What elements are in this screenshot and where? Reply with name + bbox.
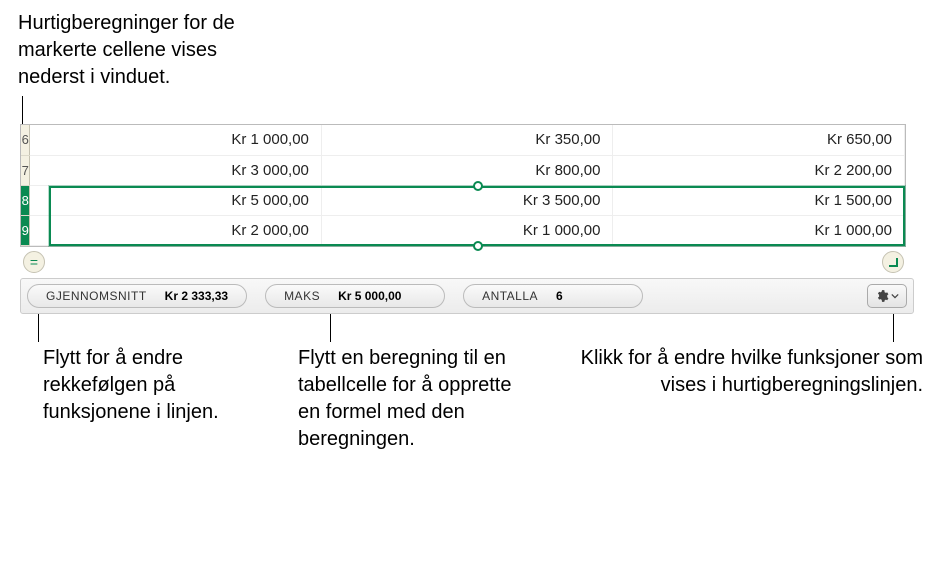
callout-top-text: Hurtigberegninger for demarkerte cellene… [18, 10, 235, 91]
cell[interactable]: Kr 350,00 [321, 125, 613, 155]
row-header[interactable]: 6 [21, 125, 30, 155]
cell[interactable]: Kr 3 500,00 [321, 185, 613, 215]
quick-calculation-bar: GJENNOMSNITT Kr 2 333,33 MAKS Kr 5 000,0… [20, 278, 914, 314]
calc-value: 6 [556, 289, 563, 303]
table-row: 8Kr 5 000,00Kr 3 500,00Kr 1 500,00 [21, 185, 905, 215]
calc-pill-average[interactable]: GJENNOMSNITT Kr 2 333,33 [27, 284, 247, 308]
calc-label: GJENNOMSNITT [46, 289, 147, 303]
cell[interactable]: Kr 2 000,00 [30, 215, 322, 245]
cell[interactable]: Kr 800,00 [321, 155, 613, 185]
equals-icon: = [30, 254, 38, 270]
table-row: 7Kr 3 000,00Kr 800,00Kr 2 200,00 [21, 155, 905, 185]
calc-value: Kr 2 333,33 [165, 289, 228, 303]
cell[interactable]: Kr 1 000,00 [30, 125, 322, 155]
callout-leader-line [22, 96, 23, 126]
cell[interactable]: Kr 1 500,00 [613, 185, 905, 215]
table-row: 9Kr 2 000,00Kr 1 000,00Kr 1 000,00 [21, 215, 905, 245]
spreadsheet-table: 6Kr 1 000,00Kr 350,00Kr 650,007Kr 3 000,… [20, 124, 906, 247]
corner-icon [887, 256, 899, 268]
add-row-button[interactable]: = [23, 251, 45, 273]
calc-pill-max[interactable]: MAKS Kr 5 000,00 [265, 284, 445, 308]
row-header[interactable]: 7 [21, 155, 30, 185]
cell[interactable]: Kr 5 000,00 [30, 185, 322, 215]
calc-label: MAKS [284, 289, 320, 303]
cell[interactable]: Kr 2 200,00 [613, 155, 905, 185]
callout-leader-line [330, 314, 331, 342]
calc-value: Kr 5 000,00 [338, 289, 401, 303]
callout-leader-line [38, 314, 39, 342]
cell[interactable]: Kr 1 000,00 [321, 215, 613, 245]
callout-leader-line [893, 314, 894, 342]
chevron-down-icon [891, 292, 899, 300]
row-header[interactable]: 9 [21, 215, 30, 245]
cell[interactable]: Kr 3 000,00 [30, 155, 322, 185]
callout-configure-text: Klikk for å endre hvilke funksjoner som … [543, 345, 923, 399]
calc-label: ANTALLA [482, 289, 538, 303]
gear-icon [875, 289, 889, 303]
table-row: 6Kr 1 000,00Kr 350,00Kr 650,00 [21, 125, 905, 155]
callout-reorder-text: Flytt for å endre rekkefølgen på funksjo… [43, 345, 263, 426]
cell[interactable]: Kr 650,00 [613, 125, 905, 155]
callout-drag-text: Flytt en beregning til en tabellcelle fo… [298, 345, 518, 453]
add-column-button[interactable] [882, 251, 904, 273]
configure-calculations-button[interactable] [867, 284, 907, 308]
row-header[interactable]: 8 [21, 185, 30, 215]
calc-pill-count[interactable]: ANTALLA 6 [463, 284, 643, 308]
cell[interactable]: Kr 1 000,00 [613, 215, 905, 245]
